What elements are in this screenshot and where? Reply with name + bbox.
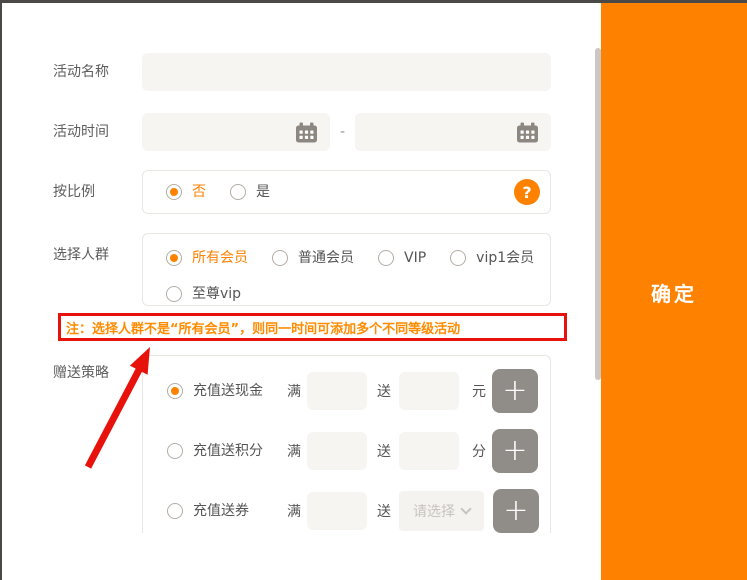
gift-strategy-row: 赠送策略 充值送现金 满 送 元 + 充值送积分 满 xyxy=(53,355,601,533)
end-date-field[interactable] xyxy=(355,113,551,151)
radio-button-icon xyxy=(166,286,182,302)
radio-recharge-points[interactable]: 充值送积分 xyxy=(167,441,277,461)
points-threshold-input[interactable] xyxy=(307,432,367,470)
gift-strategy-label: 赠送策略 xyxy=(53,355,142,383)
radio-button-icon xyxy=(378,250,394,266)
coupon-select-placeholder: 请选择 xyxy=(413,501,455,521)
radio-button-icon xyxy=(167,503,183,519)
give-label: 送 xyxy=(377,501,391,521)
audience-label: 选择人群 xyxy=(53,233,142,265)
window-left-border xyxy=(0,0,2,580)
chevron-down-icon xyxy=(460,503,471,514)
radio-yes-label: 是 xyxy=(256,182,270,202)
radio-button-icon xyxy=(450,250,466,266)
gift-row-coupon: 充值送券 满 送 请选择 + xyxy=(167,490,550,532)
radio-button-icon xyxy=(166,250,182,266)
help-icon[interactable]: ? xyxy=(514,179,540,205)
radio-normal-members-label: 普通会员 xyxy=(298,248,354,268)
add-coupon-rule-button[interactable]: + xyxy=(493,489,539,533)
coupon-threshold-input[interactable] xyxy=(307,492,367,530)
radio-button-icon xyxy=(272,250,288,266)
by-ratio-group: 否 是 ? xyxy=(142,170,551,214)
audience-row: 选择人群 所有会员 普通会员 VIP vip1会员 xyxy=(53,233,601,306)
radio-button-icon xyxy=(167,383,183,399)
audience-options-line2: 至尊vip xyxy=(166,284,540,304)
window-top-border xyxy=(0,0,747,3)
threshold-label: 满 xyxy=(287,501,301,521)
gift-row-points: 充值送积分 满 送 分 + xyxy=(167,430,550,472)
radio-recharge-coupon-label: 充值送券 xyxy=(193,501,277,521)
unit-label: 元 xyxy=(472,381,486,401)
radio-button-icon xyxy=(166,184,182,200)
activity-name-input[interactable] xyxy=(142,53,551,91)
audience-group: 所有会员 普通会员 VIP vip1会员 至尊vip xyxy=(142,233,551,306)
confirm-button[interactable]: 确定 xyxy=(651,276,697,308)
note-text: 注：选择人群不是“所有会员”，则同一时间可添加多个不同等级活动 xyxy=(66,318,460,337)
radio-supreme-vip[interactable]: 至尊vip xyxy=(166,284,241,304)
activity-name-row: 活动名称 xyxy=(53,53,601,91)
date-range: - xyxy=(142,113,551,151)
scrollbar-thumb[interactable] xyxy=(595,48,601,380)
note-row: 注：选择人群不是“所有会员”，则同一时间可添加多个不同等级活动 xyxy=(58,313,601,341)
confirm-panel: 确定 xyxy=(601,3,747,580)
threshold-label: 满 xyxy=(287,441,301,461)
gift-strategy-group: 充值送现金 满 送 元 + 充值送积分 满 送 分 + xyxy=(142,355,551,533)
activity-name-label: 活动名称 xyxy=(53,53,142,82)
radio-no[interactable]: 否 xyxy=(166,182,206,202)
threshold-label: 满 xyxy=(287,381,301,401)
radio-vip-label: VIP xyxy=(404,248,426,268)
unit-label: 分 xyxy=(472,441,486,461)
radio-recharge-cash[interactable]: 充值送现金 xyxy=(167,381,277,401)
activity-time-row: 活动时间 - xyxy=(53,113,601,151)
cash-give-input[interactable] xyxy=(399,372,459,410)
radio-vip[interactable]: VIP xyxy=(378,248,426,268)
start-date-field[interactable] xyxy=(142,113,330,151)
give-label: 送 xyxy=(377,441,391,461)
by-ratio-row: 按比例 否 是 ? xyxy=(53,170,601,214)
radio-no-label: 否 xyxy=(192,182,206,202)
radio-vip1[interactable]: vip1会员 xyxy=(450,248,534,268)
activity-time-label: 活动时间 xyxy=(53,113,142,142)
note-highlight-box: 注：选择人群不是“所有会员”，则同一时间可添加多个不同等级活动 xyxy=(58,313,567,341)
radio-button-icon xyxy=(167,443,183,459)
add-points-rule-button[interactable]: + xyxy=(492,429,538,473)
add-cash-rule-button[interactable]: + xyxy=(492,369,538,413)
calendar-icon xyxy=(295,122,318,143)
give-label: 送 xyxy=(377,381,391,401)
radio-normal-members[interactable]: 普通会员 xyxy=(272,248,354,268)
points-give-input[interactable] xyxy=(399,432,459,470)
radio-recharge-coupon[interactable]: 充值送券 xyxy=(167,501,277,521)
radio-yes[interactable]: 是 xyxy=(230,182,270,202)
radio-all-members[interactable]: 所有会员 xyxy=(166,248,248,268)
gift-row-cash: 充值送现金 满 送 元 + xyxy=(167,370,550,412)
radio-all-members-label: 所有会员 xyxy=(192,248,248,268)
radio-vip1-label: vip1会员 xyxy=(476,248,534,268)
by-ratio-label: 按比例 xyxy=(53,170,142,202)
audience-options-line1: 所有会员 普通会员 VIP vip1会员 xyxy=(166,248,540,268)
coupon-select[interactable]: 请选择 xyxy=(399,491,484,531)
radio-supreme-vip-label: 至尊vip xyxy=(192,284,241,304)
radio-recharge-cash-label: 充值送现金 xyxy=(193,381,277,401)
activity-form: 活动名称 活动时间 - xyxy=(2,3,601,580)
radio-button-icon xyxy=(230,184,246,200)
calendar-icon xyxy=(516,122,539,143)
radio-recharge-points-label: 充值送积分 xyxy=(193,441,277,461)
cash-threshold-input[interactable] xyxy=(307,372,367,410)
date-range-separator: - xyxy=(330,124,355,140)
